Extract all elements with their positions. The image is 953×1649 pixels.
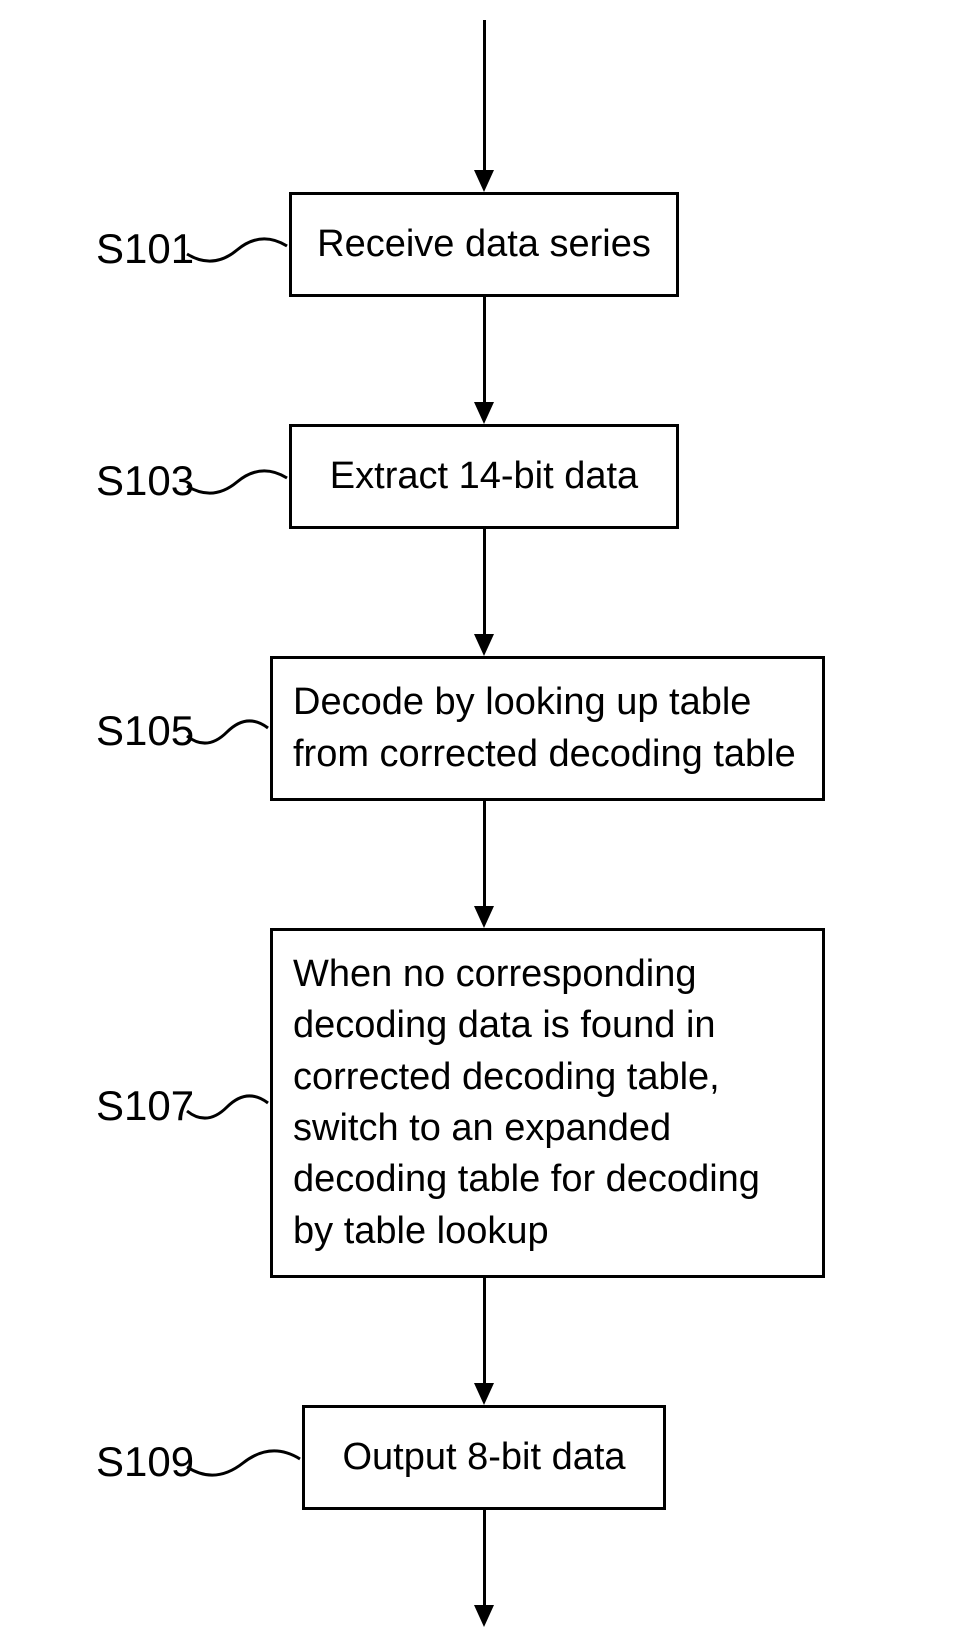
flowchart-canvas: Receive data series S101 Extract 14-bit … (0, 0, 953, 1649)
connector-start-s101-arrow (474, 170, 494, 192)
step-s103: Extract 14-bit data (289, 424, 679, 529)
tilde-s109 (185, 1443, 302, 1483)
step-s107: When no corresponding decoding data is f… (270, 928, 825, 1278)
connector-s103-s105 (483, 529, 486, 634)
tilde-s101 (185, 230, 289, 270)
label-s109: S109 (96, 1441, 194, 1483)
connector-s105-s107-arrow (474, 906, 494, 928)
connector-s109-end (483, 1510, 486, 1605)
label-s105: S105 (96, 710, 194, 752)
connector-s103-s105-arrow (474, 634, 494, 656)
connector-s109-end-arrow (474, 1605, 494, 1627)
connector-s105-s107 (483, 801, 486, 906)
tilde-s105 (185, 712, 270, 752)
connector-s101-s103 (483, 297, 486, 402)
step-s109-text: Output 8-bit data (342, 1432, 625, 1483)
step-s101: Receive data series (289, 192, 679, 297)
tilde-s107 (185, 1087, 270, 1127)
connector-s101-s103-arrow (474, 402, 494, 424)
step-s101-text: Receive data series (317, 219, 651, 270)
label-s101: S101 (96, 228, 194, 270)
label-s103: S103 (96, 460, 194, 502)
step-s105: Decode by looking up table from correcte… (270, 656, 825, 801)
tilde-s103 (185, 462, 289, 502)
step-s109: Output 8-bit data (302, 1405, 666, 1510)
step-s105-text: Decode by looking up table from correcte… (293, 677, 802, 780)
step-s107-text: When no corresponding decoding data is f… (293, 949, 802, 1257)
label-s107: S107 (96, 1085, 194, 1127)
connector-s107-s109-arrow (474, 1383, 494, 1405)
connector-start-s101 (483, 20, 486, 170)
step-s103-text: Extract 14-bit data (330, 451, 638, 502)
connector-s107-s109 (483, 1278, 486, 1383)
